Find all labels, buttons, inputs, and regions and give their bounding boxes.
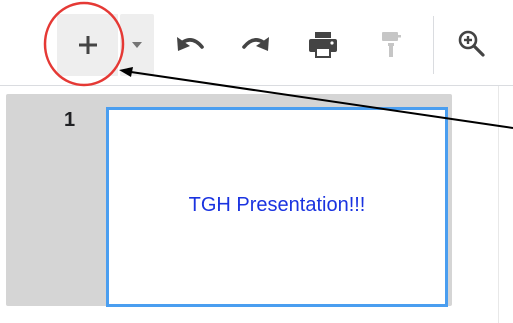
undo-icon [177, 37, 204, 51]
redo-button[interactable] [236, 25, 276, 65]
paint-format-button[interactable] [370, 25, 410, 65]
caret-down-icon [132, 42, 142, 48]
print-icon [309, 32, 337, 58]
print-button[interactable] [303, 25, 343, 65]
panel-divider [498, 86, 499, 323]
new-slide-dropdown-button[interactable] [120, 14, 154, 76]
filmstrip-item-selected[interactable]: 1 TGH Presentation!!! [6, 94, 452, 307]
plus-icon [79, 36, 97, 54]
zoom-button[interactable] [452, 24, 492, 64]
toolbar [0, 0, 513, 86]
undo-button[interactable] [170, 25, 210, 65]
slide-title-text: TGH Presentation!!! [188, 194, 366, 216]
new-slide-button[interactable] [57, 14, 119, 76]
paint-roller-icon [382, 32, 401, 57]
new-slide-separator [118, 14, 119, 76]
redo-icon [242, 37, 269, 51]
slide-filmstrip: 1 TGH Presentation!!! [0, 86, 513, 323]
slide-number: 1 [64, 109, 76, 131]
toolbar-divider [433, 16, 434, 74]
slide-thumbnail[interactable]: TGH Presentation!!! [106, 107, 448, 307]
zoom-in-icon [458, 30, 485, 57]
